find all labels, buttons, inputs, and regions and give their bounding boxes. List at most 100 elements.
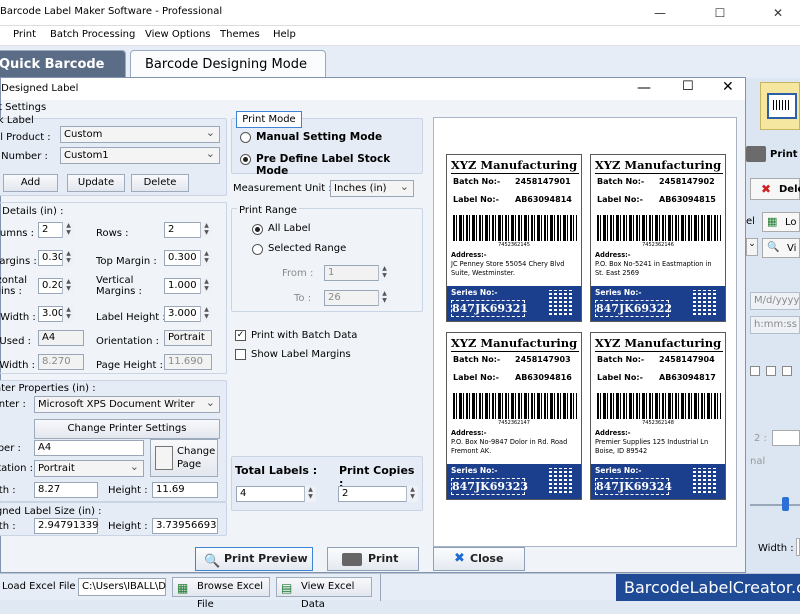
label-product-select[interactable]: Custom bbox=[60, 125, 220, 143]
manual-mode-radio[interactable] bbox=[240, 132, 251, 143]
menu-themes[interactable]: Themes bbox=[220, 29, 260, 40]
dialog-maximize-icon[interactable]: ☐ bbox=[682, 79, 694, 94]
measurement-unit-select[interactable]: Inches (in) bbox=[330, 179, 414, 197]
tab-barcode-designing-mode[interactable]: Barcode Designing Mode bbox=[130, 50, 326, 78]
manual-mode-label[interactable]: Manual Setting Mode bbox=[256, 131, 382, 143]
view-excel-icon: ▤ bbox=[281, 581, 293, 595]
series-number: 847JK69323 bbox=[451, 478, 528, 495]
address-caption: Address:- bbox=[595, 251, 631, 259]
columns-spinner[interactable]: ▲ ▼ bbox=[62, 222, 74, 238]
load-button[interactable]: ▦ Lo bbox=[762, 212, 800, 232]
paper-width-field[interactable]: 8.27 bbox=[34, 482, 98, 498]
delete-button[interactable]: Delete bbox=[131, 174, 189, 192]
top-margin-spinner[interactable]: ▲ ▼ bbox=[200, 250, 212, 266]
label-company: XYZ Manufacturing bbox=[450, 336, 578, 350]
print-button[interactable]: Print bbox=[746, 142, 800, 168]
predefine-mode-label[interactable]: Pre Define Label Stock Mode bbox=[256, 153, 422, 177]
printer-select[interactable]: Microsoft XPS Document Writer bbox=[34, 395, 220, 413]
delete-button[interactable]: ✖ Dele bbox=[750, 178, 800, 200]
printer-properties-heading: Printer Properties (in) : bbox=[0, 383, 96, 394]
label-width-spinner[interactable]: ▲ ▼ bbox=[62, 306, 74, 322]
show-margins-label[interactable]: Show Label Margins bbox=[251, 349, 351, 360]
barcode-image bbox=[453, 393, 577, 419]
vertical-margins-spinner[interactable]: ▲ ▼ bbox=[200, 278, 212, 294]
add-button[interactable]: Add bbox=[3, 174, 58, 192]
print-batch-label[interactable]: Print with Batch Data bbox=[251, 330, 357, 341]
side-margins-spinner[interactable]: ▲ ▼ bbox=[62, 250, 74, 266]
designed-width-label: Width : bbox=[0, 521, 16, 532]
view-button[interactable]: 🔍 Vi bbox=[762, 238, 800, 258]
print-batch-checkbox[interactable]: ✓ bbox=[235, 330, 246, 341]
view-excel-button[interactable]: ▤ View Excel Data bbox=[276, 577, 372, 610]
right-label-2: 2 : bbox=[754, 433, 767, 444]
label-preview: XYZ Manufacturing Batch No:- 2458147901 Lab… bbox=[433, 117, 737, 547]
address-line-2: Suite, Westminster. bbox=[451, 269, 515, 277]
right-width-label: Width : bbox=[758, 543, 794, 554]
label-address: Address:- P.O. Box No-5241 in Eastmaption… bbox=[595, 251, 725, 278]
address-caption: Address:- bbox=[595, 429, 631, 437]
all-label-label[interactable]: All Label bbox=[268, 223, 311, 234]
minimize-icon[interactable]: — bbox=[640, 0, 680, 26]
printer-orientation-label: Orientation : bbox=[0, 463, 34, 474]
browse-excel-button[interactable]: ▦ Browse Excel File bbox=[172, 577, 270, 610]
designed-height-label: Height : bbox=[108, 521, 148, 532]
print-preview-button[interactable]: 🔍 Print Preview bbox=[195, 547, 313, 571]
printer-orientation-select[interactable]: Portrait bbox=[34, 459, 144, 477]
page-icon bbox=[155, 446, 173, 470]
align-center-icon[interactable] bbox=[766, 366, 776, 376]
close-button[interactable]: ✖ Close bbox=[433, 547, 525, 571]
page-height-field: 11.690 bbox=[164, 354, 212, 370]
excel-path-field[interactable]: C:\Users\IBALL\D bbox=[78, 578, 166, 596]
menu-print[interactable]: Print bbox=[13, 29, 36, 40]
dialog-title-bar: Print Designed Label — ☐ ✕ bbox=[0, 78, 745, 100]
label-height-spinner[interactable]: ▲ ▼ bbox=[200, 306, 212, 322]
predefine-mode-radio[interactable] bbox=[240, 154, 251, 165]
change-printer-settings-button[interactable]: Change Printer Settings bbox=[34, 419, 220, 439]
menu-batch-processing[interactable]: Batch Processing bbox=[50, 29, 135, 40]
dialog-minimize-icon[interactable]: — bbox=[637, 80, 651, 96]
menu-view-options[interactable]: View Options bbox=[145, 29, 211, 40]
dialog-close-icon[interactable]: ✕ bbox=[722, 79, 734, 95]
maximize-icon[interactable]: ☐ bbox=[700, 0, 740, 26]
paper-field[interactable]: A4 bbox=[34, 440, 144, 456]
product-number-select[interactable]: Custom1 bbox=[60, 146, 220, 164]
menu-help[interactable]: Help bbox=[273, 29, 296, 40]
change-page-button[interactable]: Change Page bbox=[150, 439, 218, 477]
right-field[interactable] bbox=[772, 430, 800, 446]
align-left-icon[interactable] bbox=[750, 366, 760, 376]
print-button[interactable]: Print bbox=[327, 547, 419, 571]
designed-width-field: 2.94791339 bbox=[34, 518, 98, 534]
el-label: el bbox=[746, 216, 755, 227]
columns-label: Columns : bbox=[0, 228, 35, 239]
paper-height-field[interactable]: 11.69 bbox=[152, 482, 218, 498]
barcode-number: 7452362146 bbox=[642, 242, 674, 248]
label-batch-value: 2458147902 bbox=[659, 177, 715, 186]
horizontal-margins-spinner[interactable]: ▲ ▼ bbox=[62, 278, 74, 294]
rows-spinner[interactable]: ▲ ▼ bbox=[200, 222, 212, 238]
series-caption: Series No:- bbox=[451, 466, 498, 475]
time-field[interactable]: h:mm:ss bbox=[750, 316, 800, 334]
date-field[interactable]: M/d/yyyy bbox=[750, 292, 800, 310]
total-labels-spinner[interactable]: ▲ ▼ bbox=[304, 486, 316, 502]
right-width-field[interactable] bbox=[796, 538, 800, 556]
align-right-icon[interactable] bbox=[782, 366, 792, 376]
paper-height-label: Height : bbox=[108, 485, 148, 496]
slider-thumb[interactable] bbox=[782, 497, 789, 511]
barcode-number: 7452362148 bbox=[642, 420, 674, 426]
tab-quick-barcode-mode[interactable]: Quick Barcode Mode bbox=[0, 50, 126, 100]
label-batch-caption: Batch No:- bbox=[597, 355, 645, 364]
show-margins-checkbox[interactable] bbox=[235, 349, 246, 360]
selected-range-radio[interactable] bbox=[252, 244, 263, 255]
selected-range-label[interactable]: Selected Range bbox=[268, 243, 346, 254]
print-copies-spinner[interactable]: ▲ ▼ bbox=[406, 486, 418, 502]
address-line-2: Fremont AK. bbox=[451, 447, 492, 455]
update-button[interactable]: Update bbox=[67, 174, 125, 192]
page-used-field: A4 bbox=[38, 330, 84, 346]
series-number: 847JK69322 bbox=[595, 300, 672, 317]
close-icon[interactable]: ✕ bbox=[758, 0, 798, 26]
right-combo-arrow[interactable]: ⌄ bbox=[746, 238, 758, 256]
slider-track[interactable] bbox=[750, 504, 800, 506]
all-label-radio[interactable] bbox=[252, 224, 263, 235]
design-toolbar-icon[interactable] bbox=[760, 82, 800, 130]
total-labels-label: Total Labels : bbox=[235, 464, 318, 477]
